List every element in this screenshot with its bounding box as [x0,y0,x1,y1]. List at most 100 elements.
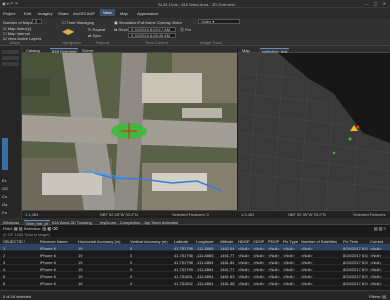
table-cell[interactable]: 1 [3,246,25,251]
dark-basemap-view[interactable] [238,53,390,210]
table-row[interactable]: 2 iPhone 6 19 0 41.751796 -111.8865 1461.77 <Nu… [0,251,390,258]
col-receiver[interactable]: Receiver Name [40,239,72,244]
table-cell[interactable]: <Null> [253,281,266,286]
video-select[interactable]: Video ▾ [198,19,240,24]
table-cell[interactable]: <Null> [283,246,299,251]
tab-ovm-me-pt[interactable]: Ovm_me_pt [24,219,50,226]
col-hdop[interactable]: HDOP [238,239,251,244]
start-time-field[interactable]: 5 24/2019 8:03:17 AM [128,27,176,32]
fm-button[interactable]: Ⓢ Fm [180,27,191,33]
table-cell[interactable]: 8/24/2017 8:03:04 AM [343,253,368,258]
menu-imagery[interactable]: Imagery [38,11,52,16]
table-cell[interactable]: iPhone 6 [40,253,72,258]
table-toolbar[interactable]: Field: ▦ ▧ Selection: ▨ ▩ ⌫ [3,226,58,231]
panel-row-2[interactable] [2,56,19,60]
table-cell[interactable]: 16 [78,281,128,286]
table-cell[interactable]: 19 [78,274,128,279]
table-cell[interactable]: 0 [130,274,172,279]
table-cell[interactable]: 1461.77 [220,253,236,258]
table-cell[interactable]: 19 [78,260,128,265]
table-cell[interactable]: 2 [3,253,25,258]
context-tab-view[interactable]: View [100,9,115,16]
col-fixtime[interactable]: Fix Time [343,239,368,244]
table-cell[interactable]: <Null> [238,260,251,265]
panel-item-co[interactable]: Co [2,194,7,199]
table-cell[interactable]: <Null> [253,260,266,265]
table-cell[interactable]: 41.751799 [174,267,194,272]
table-cell[interactable]: 1461.84 [220,260,236,265]
table-cell[interactable]: -111.8864 [196,274,218,279]
table-cell[interactable]: 1461.58 [220,281,236,286]
table-cell[interactable]: <Null> [370,253,390,258]
tab-map[interactable]: Map [242,48,250,53]
table-cell[interactable]: <Null> [253,267,266,272]
table-cell[interactable]: 41.751796 [174,253,194,258]
table-cell[interactable]: iPhone 6 [40,267,72,272]
col-numsat[interactable]: Number of Satellites [301,239,341,244]
table-cell[interactable]: 5 [3,274,25,279]
table-cell[interactable]: -111.8864 [196,260,218,265]
quick-access-toolbar[interactable]: ▣ ▾ ↶ ↷ [2,1,18,6]
table-cell[interactable]: <Null> [268,267,281,272]
table-cell[interactable]: <Null> [301,281,341,286]
table-cell[interactable]: <Null> [268,246,281,251]
table-cell[interactable]: <Null> [238,267,251,272]
table-cell[interactable]: <Null> [238,253,251,258]
table-cell[interactable]: <Null> [283,260,299,265]
panel-item-ga[interactable]: Ga [2,202,7,207]
table-cell[interactable]: -111.8864 [196,281,218,286]
tab-mydrone[interactable]: myDrone - Completion - Joy Timer Activat… [100,220,178,225]
table-cell[interactable]: <Null> [268,274,281,279]
col-correct[interactable]: Correct [370,239,390,244]
table-cell[interactable]: 19 [78,253,128,258]
left-map-scale[interactable]: 1:1,461 [25,212,38,217]
table-cell[interactable]: <Null> [268,253,281,258]
filters-control[interactable]: Filters: ▤ [369,294,386,299]
table-cell[interactable]: <Null> [253,253,266,258]
col-objectid[interactable]: OBJECTID * [3,239,25,244]
menu-share[interactable]: Share [58,11,69,16]
table-cell[interactable]: 1462.04 [220,246,236,251]
table-toolbar-right[interactable]: ▤ ▥ ≡ [374,226,386,231]
table-cell[interactable]: 4 [3,267,25,272]
panel-item-ex[interactable]: Ex [2,178,7,183]
col-lon[interactable]: Longitude [196,239,218,244]
table-cell[interactable]: <Null> [253,246,266,251]
table-cell[interactable]: 3 [3,260,25,265]
menu-arcgis[interactable]: ArcGIS AUP [73,11,95,16]
video-overlay-option[interactable]: Full frame Overlay Video [138,20,182,25]
table-cell[interactable]: <Null> [268,281,281,286]
table-cell[interactable]: 0 [130,260,172,265]
table-cell[interactable]: <Null> [370,267,390,272]
table-cell[interactable]: 19 [78,246,128,251]
table-cell[interactable]: 41.751798 [174,260,194,265]
col-vacc[interactable]: Vertical Accuracy (m) [130,239,172,244]
table-cell[interactable]: 8/24/2017 8:03:07 AM [343,274,368,279]
table-cell[interactable]: 0 [130,253,172,258]
table-row[interactable]: 1 iPhone 6 19 0 41.751796 -111.8865 1462.04 <Nu… [0,244,390,251]
table-cell[interactable]: 0 [130,281,172,286]
repeat-button[interactable]: ↻ Repeat [88,27,105,32]
table-row[interactable]: 3 iPhone 6 19 0 41.751798 -111.8864 1461.84 <Nu… [0,258,390,265]
table-cell[interactable]: <Null> [238,274,251,279]
table-cell[interactable]: iPhone 6 [40,281,72,286]
tab-catalog[interactable]: Catalog [26,48,40,53]
table-cell[interactable]: iPhone 6 [40,246,72,251]
context-tab-map[interactable]: Map [120,11,128,16]
menu-edit[interactable]: Edit [24,11,31,16]
table-row[interactable]: 4 iPhone 6 19 0 41.751799 -111.8864 1461.77 <Nu… [0,265,390,272]
table-cell[interactable]: <Null> [268,260,281,265]
panel-selected-layer[interactable] [2,138,8,170]
table-cell[interactable]: 8/24/2017 8:03:05 AM [343,260,368,265]
table-cell[interactable]: <Null> [301,267,341,272]
table-row[interactable]: 5 iPhone 6 19 0 41.751801 -111.8864 1461.63 <Nu… [0,272,390,279]
table-cell[interactable]: 19 [78,267,128,272]
simulation-toggle[interactable]: ▣ Simulation [114,20,138,25]
table-cell[interactable]: 1461.77 [220,267,236,272]
panel-row-3[interactable] [2,62,19,66]
sync-button[interactable]: ⇄ Sync [88,33,101,38]
table-cell[interactable]: <Null> [301,274,341,279]
table-row[interactable]: 6 iPhone 6 16 0 41.751802 -111.8864 1461.58 <Nu… [0,279,390,286]
table-cell[interactable]: 8/24/2017 8:03:06 AM [343,267,368,272]
table-cell[interactable]: -111.8864 [196,267,218,272]
